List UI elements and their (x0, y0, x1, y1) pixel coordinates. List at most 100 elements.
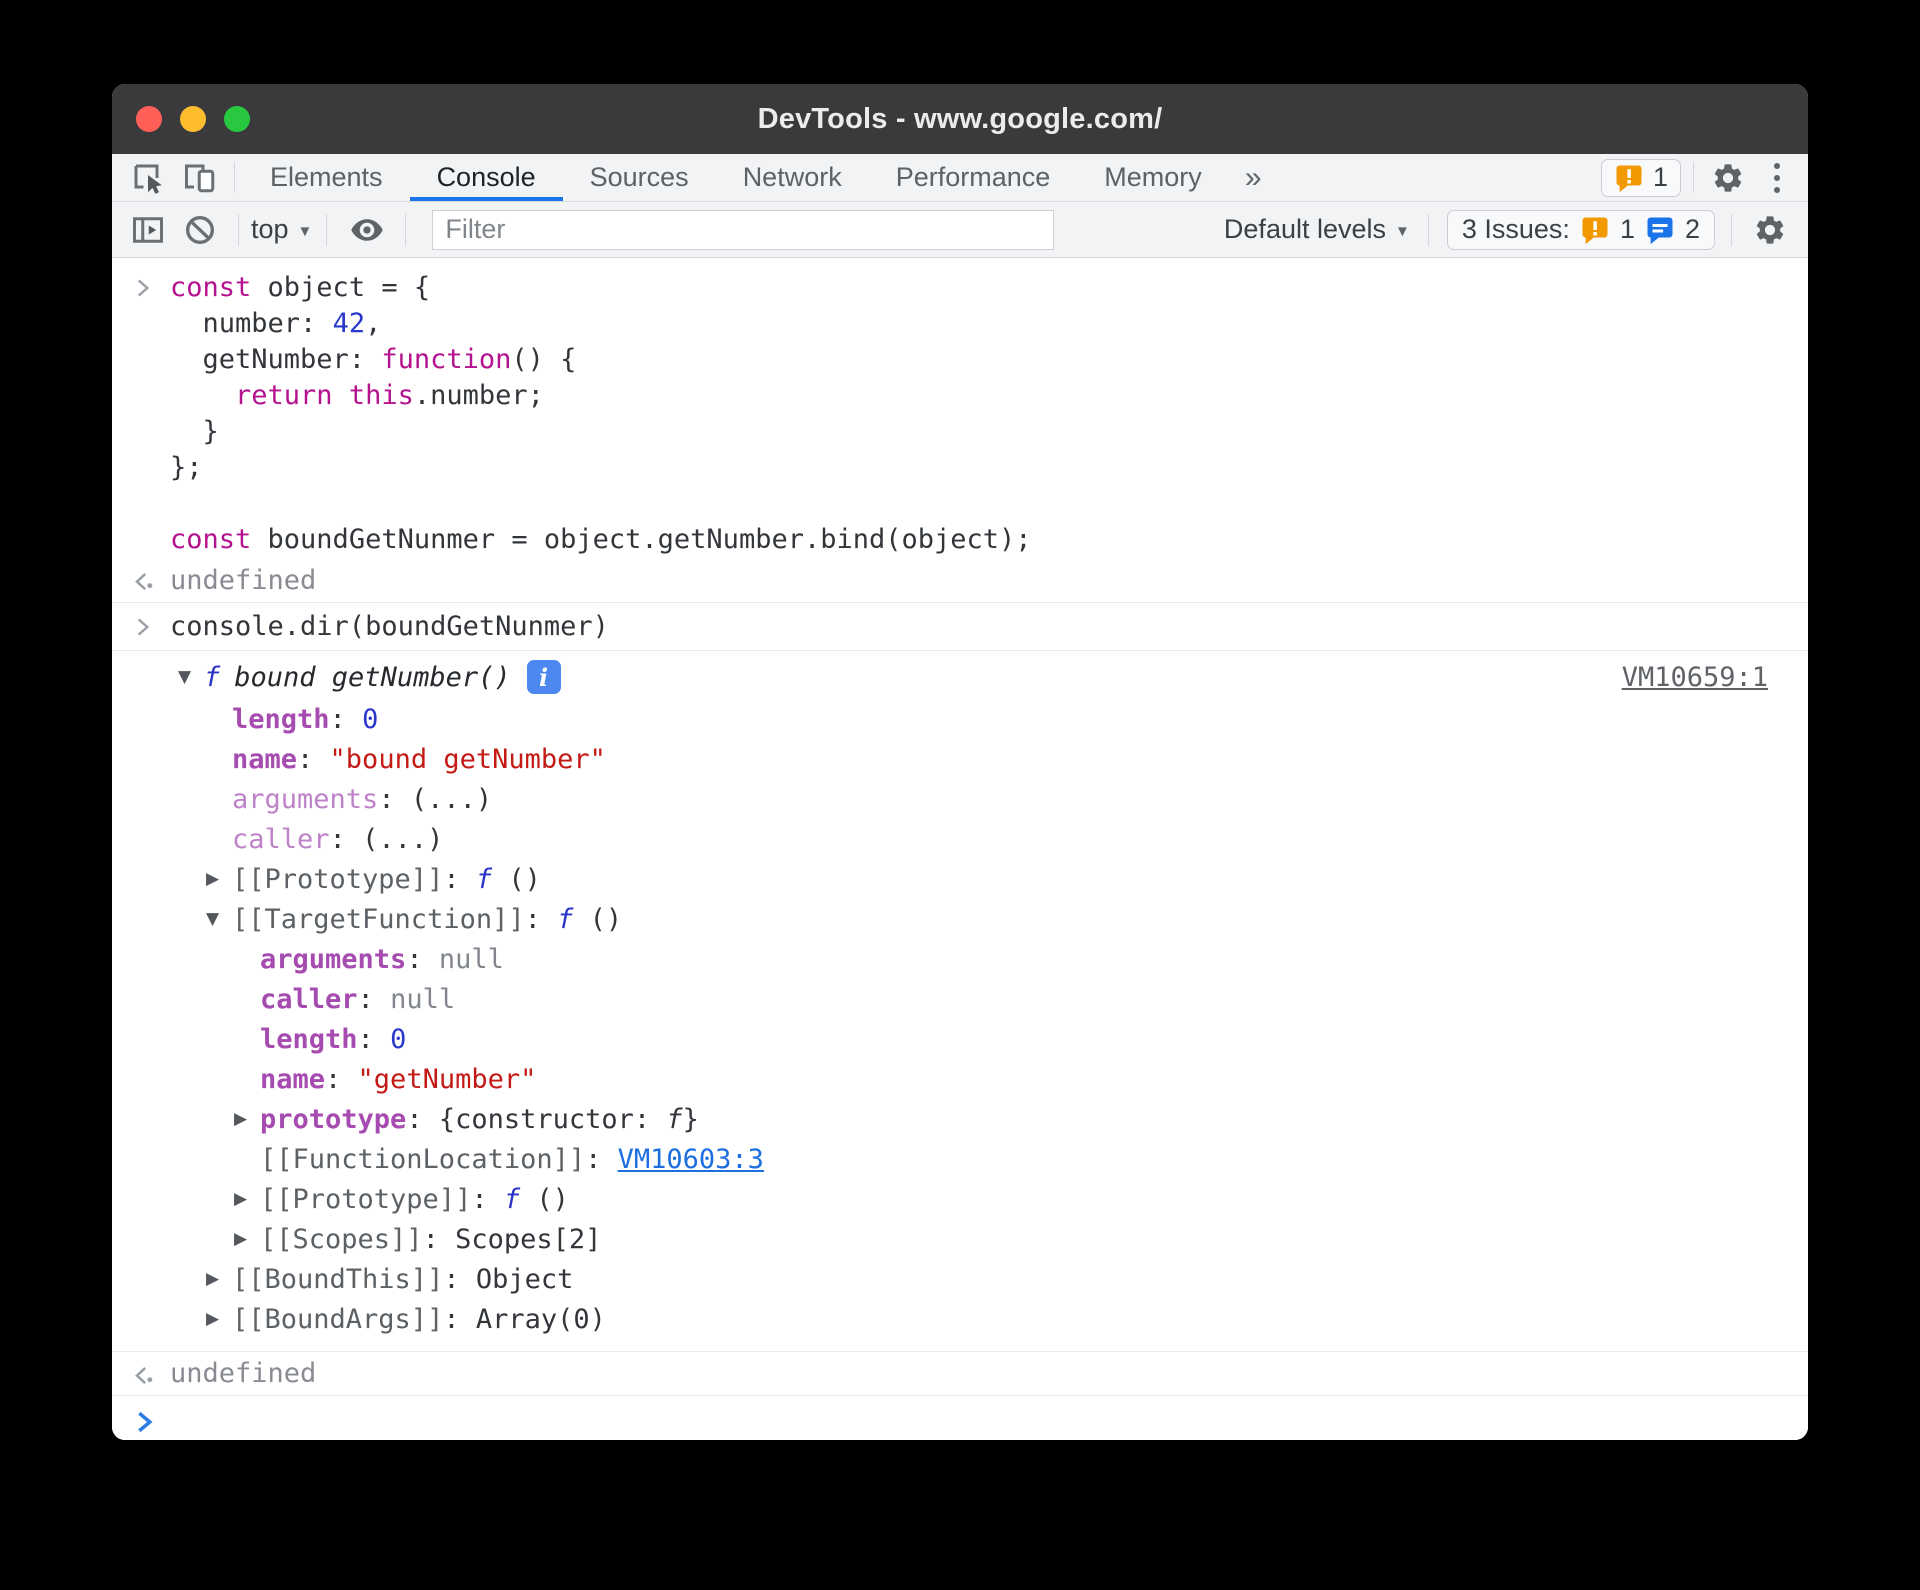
collapse-triangle-icon[interactable]: ▼ (206, 909, 232, 929)
chevron-down-icon: ▼ (1395, 223, 1410, 240)
issues-summary-label: 3 Issues: (1461, 214, 1570, 244)
collapse-triangle-icon[interactable]: ▼ (178, 667, 204, 687)
tab-performance[interactable]: Performance (869, 154, 1078, 201)
clear-console-icon (185, 215, 215, 244)
create-live-expression-button[interactable] (341, 211, 393, 249)
code-segment: : (443, 1303, 476, 1335)
filter-input[interactable] (432, 209, 1055, 250)
inspect-element-button[interactable] (122, 154, 174, 201)
code-segment: } (682, 1103, 699, 1135)
code-segment: f (666, 1103, 683, 1135)
info-badge-icon[interactable]: i (526, 660, 561, 694)
property-row: caller: null (112, 979, 1768, 1019)
console-command-text: console.dir(boundGetNunmer) (170, 611, 609, 642)
code-segment: () (589, 903, 623, 935)
issues-summary-button[interactable]: 3 Issues: 1 2 (1446, 209, 1715, 250)
code-segment: 42 (332, 308, 366, 339)
javascript-context-dropdown[interactable]: top ▼ (251, 214, 312, 245)
code-segment: () (508, 863, 541, 895)
code-segment: this (348, 380, 414, 411)
log-levels-dropdown[interactable]: Default levels ▼ (1224, 214, 1410, 245)
toggle-device-toolbar-button[interactable] (174, 154, 226, 201)
property-row: ▶ [[BoundArgs]]: Array(0) (112, 1299, 1768, 1339)
code-segment: boundGetNunmer = object.getNumber.bind(o… (251, 524, 1032, 555)
code-segment: () (536, 1183, 569, 1215)
fullscreen-window-button[interactable] (224, 106, 250, 132)
property-row: length: 0 (112, 699, 1768, 739)
result-value: undefined (170, 1358, 317, 1389)
function-name: bound getNumber() (234, 661, 511, 693)
code-segment: 0 (390, 1023, 407, 1055)
gear-icon (1714, 163, 1742, 192)
expand-triangle-icon[interactable]: ▶ (206, 869, 232, 889)
code-segment: } (170, 416, 219, 447)
code-segment[interactable]: (...) (362, 824, 443, 855)
expand-triangle-icon[interactable]: ▶ (234, 1189, 260, 1209)
property-tree: length: 0 name: "bound getNumber" argument… (112, 699, 1768, 1339)
expand-triangle-icon[interactable]: ▶ (206, 1269, 232, 1289)
divider (234, 162, 235, 193)
code-segment: function (381, 344, 512, 375)
return-value-arrow-icon (135, 573, 153, 591)
property-row: name: "getNumber" (112, 1059, 1768, 1099)
code-segment: caller (232, 823, 330, 855)
property-row: ▶ [[Prototype]]: f () (112, 1179, 1768, 1219)
console-input-chevron-icon (137, 618, 150, 635)
console-result-entry: undefined (112, 1351, 1808, 1395)
code-segment: : (357, 983, 391, 1015)
console-toolbar: top ▼ Default levels ▼ 3 Issues: (112, 202, 1808, 258)
log-levels-label: Default levels (1223, 214, 1387, 244)
console-settings-button[interactable] (1748, 213, 1792, 247)
chevron-down-icon: ▼ (297, 223, 313, 240)
console-input-chevron-icon (137, 279, 150, 297)
clear-console-button[interactable] (174, 213, 226, 247)
source-location-link[interactable]: VM10603:3 (618, 1144, 764, 1175)
show-console-sidebar-button[interactable] (122, 212, 174, 248)
function-object-header: ▼ f bound getNumber() i VM10659:1 (112, 655, 1768, 699)
titlebar: DevTools - www.google.com/ (112, 84, 1808, 154)
expand-triangle-icon[interactable]: ▶ (206, 1309, 232, 1329)
device-toolbar-icon (185, 164, 215, 192)
property-row: caller: (...) (112, 819, 1768, 859)
code-segment: }; (170, 452, 203, 483)
code-block: const object = { number: 42, getNumber: … (170, 270, 1032, 558)
eye-icon (351, 218, 384, 241)
message-issue-count: 2 (1684, 214, 1700, 244)
source-location-link[interactable]: VM10659:1 (1622, 662, 1768, 693)
customize-devtools-button[interactable] (1754, 154, 1800, 201)
code-segment: : (329, 703, 363, 735)
expand-triangle-icon[interactable]: ▶ (234, 1109, 260, 1129)
settings-button[interactable] (1702, 154, 1754, 201)
property-row: ▶ [[BoundThis]]: Object (112, 1259, 1768, 1299)
code-segment: : (325, 1063, 358, 1095)
code-segment: name (260, 1063, 326, 1095)
code-segment: prototype (260, 1103, 407, 1135)
console-prompt[interactable] (112, 1395, 1808, 1440)
issues-count-button[interactable]: 1 (1600, 158, 1681, 197)
code-segment[interactable]: (...) (411, 784, 492, 815)
console-dir-output: ▼ f bound getNumber() i VM10659:1 length… (112, 650, 1808, 1351)
tab-sources[interactable]: Sources (563, 154, 716, 201)
traffic-lights (136, 84, 250, 154)
code-segment: number: (170, 308, 333, 339)
code-segment: : (297, 743, 330, 775)
devtools-tab-bar: Elements Console Sources Network Performance… (112, 154, 1808, 202)
minimize-window-button[interactable] (180, 106, 206, 132)
property-row: ▼ [[TargetFunction]]: f () (112, 899, 1768, 939)
tab-elements[interactable]: Elements (243, 154, 410, 201)
code-segment: null (438, 943, 504, 975)
code-segment: {constructor: (438, 1103, 667, 1135)
more-panels-button[interactable]: » (1229, 154, 1278, 201)
tab-network[interactable]: Network (716, 154, 869, 201)
code-segment: arguments (232, 783, 379, 815)
code-segment: : (524, 903, 558, 935)
tab-console[interactable]: Console (409, 154, 563, 201)
close-window-button[interactable] (136, 106, 162, 132)
gutter (130, 1408, 170, 1436)
divider (238, 213, 239, 246)
tab-memory[interactable]: Memory (1077, 154, 1229, 201)
code-segment: getNumber: (170, 344, 382, 375)
divider (1731, 213, 1732, 246)
expand-triangle-icon[interactable]: ▶ (234, 1229, 260, 1249)
